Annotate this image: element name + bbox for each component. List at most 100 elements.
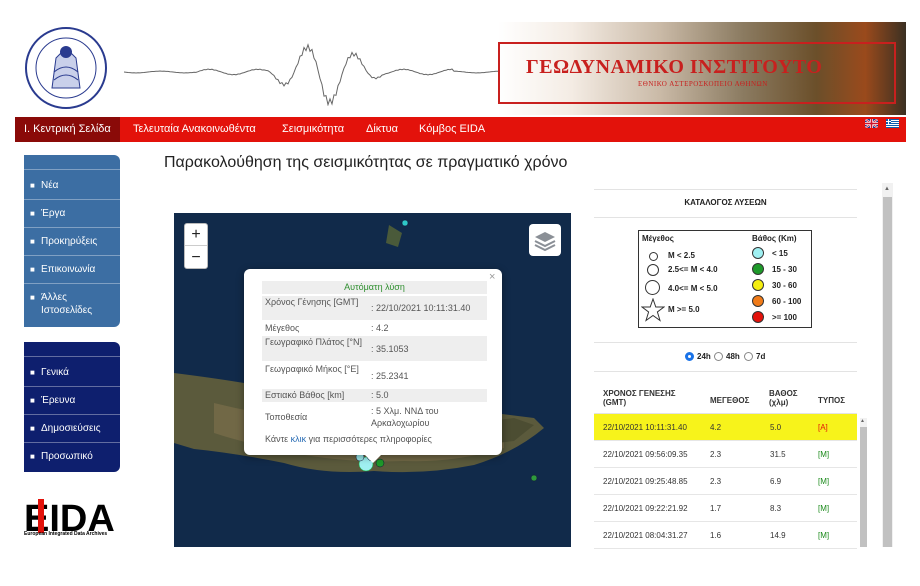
divider <box>594 189 857 190</box>
popup-value: : 22/10/2021 10:11:31.40 <box>371 303 471 313</box>
range-24h-radio[interactable] <box>685 352 694 361</box>
popup-pointer <box>365 455 381 463</box>
popup-row-origin-time: Χρόνος Γένησης [GMT] : 22/10/2021 10:11:… <box>262 296 487 320</box>
bullet-icon: ■ <box>30 452 35 461</box>
observatory-seal-logo[interactable] <box>24 22 110 112</box>
divider <box>594 342 857 343</box>
event-type-cell: [M] <box>818 531 830 540</box>
legend-mag-2: 2.5<= M < 4.0 <box>668 265 718 274</box>
sidebar-divider <box>24 227 120 228</box>
legend-star-icon <box>641 298 665 322</box>
sidebar-item-label: Δημοσιεύσεις <box>41 423 101 434</box>
table-row[interactable]: 22/10/2021 09:56:09.35 2.3 31.5 [M] <box>594 441 857 468</box>
popup-key: Γεωγραφικό Μήκος [°E] <box>265 364 359 374</box>
popup-key: Χρόνος Γένησης [GMT] <box>265 297 359 307</box>
popup-row-depth: Εστιακό Βάθος [km] : 5.0 <box>262 389 487 402</box>
sidebar-primary: ■ Νέα ■ Έργα ■ Προκηρύξεις ■ Επικοινωνία ■ Άλ… <box>24 155 120 327</box>
bullet-icon: ■ <box>30 424 35 433</box>
event-magnitude-cell: 1.7 <box>710 504 722 513</box>
event-magnitude-cell: 2.3 <box>710 477 722 486</box>
zoom-out-button[interactable]: − <box>185 247 207 269</box>
bullet-icon: ■ <box>30 237 35 246</box>
popup-value: : 35.1053 <box>371 344 409 354</box>
bullet-icon: ■ <box>30 293 35 302</box>
popup-row-magnitude: Μέγεθος : 4.2 <box>262 322 487 335</box>
site-header: ΓΕΩΔΥΝΑΜΙΚΟ ΙΝΣΤΙΤΟΥΤΟ ΕΘΝΙΚΟ ΑΣΤΕΡΟΣΚΟΠ… <box>24 22 906 115</box>
sidebar-item-label: Έρευνα <box>41 395 76 406</box>
more-suffix: για περισσότερες πληροφορίες <box>306 434 432 444</box>
event-time-cell: 22/10/2021 08:04:31.27 <box>603 531 688 540</box>
institute-title: ΓΕΩΔΥΝΑΜΙΚΟ ΙΝΣΤΙΤΟΥΤΟ <box>526 56 823 78</box>
bullet-icon: ■ <box>30 265 35 274</box>
main-nav: Ι. Κεντρική Σελίδα Τελευταία Ανακοινωθέν… <box>15 117 906 142</box>
event-depth-cell: 31.5 <box>770 450 786 459</box>
table-scroll-up-arrow-icon[interactable]: ▲ <box>860 418 865 424</box>
event-type-cell: [M] <box>818 450 830 459</box>
sidebar-divider <box>24 199 120 200</box>
nav-item-eida[interactable]: Κόμβος EIDA <box>410 117 494 142</box>
sidebar-divider <box>24 414 120 415</box>
column-header-time[interactable]: ΧΡΟΝΟΣ ΓΕΝΕΣΗΣ (GMT) <box>603 389 693 407</box>
nav-item-seismicity[interactable]: Σεισμικότητα <box>273 117 353 142</box>
sidebar-divider <box>24 169 120 170</box>
legend-depth-3: 30 - 60 <box>772 281 797 290</box>
sidebar-divider <box>24 283 120 284</box>
page: ΓΕΩΔΥΝΑΜΙΚΟ ΙΝΣΤΙΤΟΥΤΟ ΕΘΝΙΚΟ ΑΣΤΕΡΟΣΚΟΠ… <box>0 0 920 586</box>
sidebar-item-label: Γενικά <box>41 367 69 378</box>
event-depth-cell: 5.0 <box>770 423 782 432</box>
sidebar-item-label: Έργα <box>41 208 66 219</box>
event-time-cell: 22/10/2021 10:11:31.40 <box>603 423 687 432</box>
divider <box>594 217 857 218</box>
popup-row-longitude: Γεωγραφικό Μήκος [°E] : 25.2341 <box>262 363 487 388</box>
scroll-up-arrow-icon[interactable]: ▲ <box>884 186 890 192</box>
popup-close-button[interactable]: × <box>489 271 495 283</box>
layers-icon <box>534 232 556 252</box>
legend-mag-3: 4.0<= M < 5.0 <box>668 284 718 293</box>
divider <box>594 371 857 372</box>
sidebar-secondary: ■ Γενικά ■ Έρευνα ■ Δημοσιεύσεις ■ Προσωπικό <box>24 342 120 472</box>
greece-flag-icon[interactable] <box>886 119 899 128</box>
sidebar-divider <box>24 255 120 256</box>
column-header-magnitude[interactable]: ΜΕΓΕΘΟΣ <box>710 396 749 405</box>
event-magnitude-cell: 2.3 <box>710 450 722 459</box>
uk-flag-icon[interactable] <box>865 119 878 128</box>
depth-color-icon <box>752 279 764 291</box>
legend-circle-large-icon <box>645 280 660 295</box>
layers-button[interactable] <box>529 224 561 256</box>
legend-circle-medium-icon <box>647 264 659 276</box>
range-48h-radio[interactable] <box>714 352 723 361</box>
depth-color-icon <box>752 311 764 323</box>
more-prefix: Κάντε <box>265 434 291 444</box>
legend-magnitude-title: Μέγεθος <box>642 234 674 243</box>
sidebar-item-label: Νέα <box>41 180 59 191</box>
column-header-depth[interactable]: ΒΑΘΟΣ (χλμ) <box>769 389 809 407</box>
range-7d-radio[interactable] <box>744 352 753 361</box>
column-header-type[interactable]: ΤΥΠΟΣ <box>818 396 845 405</box>
seismogram-graphic <box>124 43 504 106</box>
popup-key: Εστιακό Βάθος [km] <box>265 390 345 400</box>
popup-more-info: Κάντε κλικ για περισσότερες πληροφορίες <box>265 434 432 444</box>
depth-color-icon <box>752 295 764 307</box>
zoom-in-button[interactable]: + <box>185 224 207 246</box>
nav-item-announcements[interactable]: Τελευταία Ανακοινωθέντα <box>124 117 265 142</box>
more-info-link[interactable]: κλικ <box>291 434 307 444</box>
table-row[interactable]: 22/10/2021 08:04:31.27 1.6 14.9 [M] <box>594 522 857 549</box>
event-type-cell: [M] <box>818 504 830 513</box>
legend-depth-title: Βάθος (Km) <box>752 234 797 243</box>
sidebar-divider <box>24 356 120 357</box>
table-row[interactable]: 22/10/2021 10:11:31.40 4.2 5.0 [A] <box>594 414 857 441</box>
sidebar-item-label: Επικοινωνία <box>41 264 96 275</box>
table-row[interactable]: 22/10/2021 09:22:21.92 1.7 8.3 [M] <box>594 495 857 522</box>
page-scrollbar-thumb[interactable] <box>883 197 892 547</box>
nav-item-home[interactable]: Ι. Κεντρική Σελίδα <box>15 117 120 142</box>
table-scrollbar-thumb[interactable] <box>860 427 867 547</box>
event-depth-cell: 6.9 <box>770 477 782 486</box>
table-row[interactable]: 22/10/2021 09:25:48.85 2.3 6.9 [M] <box>594 468 857 495</box>
nav-item-networks[interactable]: Δίκτυα <box>357 117 407 142</box>
popup-key: Μέγεθος <box>265 323 300 333</box>
popup-heading: Αυτόματη λύση <box>262 281 487 294</box>
legend-depth-5: >= 100 <box>772 313 797 322</box>
range-24h-label: 24h <box>697 352 711 361</box>
legend-depth-1: < 15 <box>772 249 788 258</box>
bullet-icon: ■ <box>30 368 35 377</box>
